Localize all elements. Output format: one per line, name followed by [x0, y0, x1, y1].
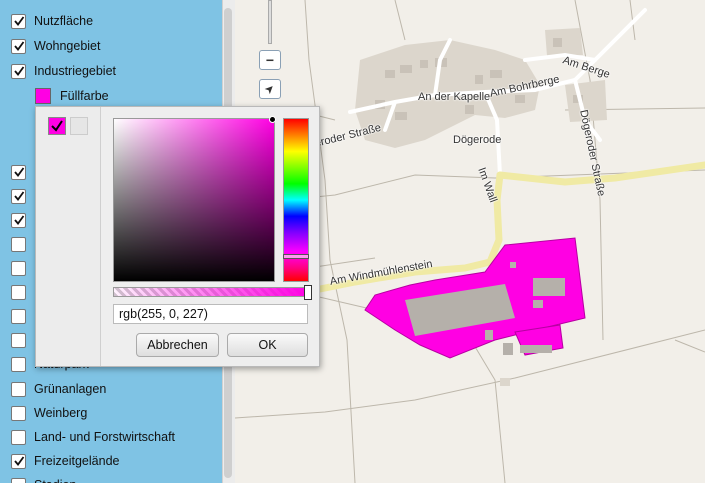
layer-checkbox[interactable] — [11, 164, 26, 180]
alpha-slider[interactable] — [113, 285, 312, 300]
layer-row[interactable]: Stadion — [11, 476, 76, 483]
fill-color-swatch[interactable] — [35, 88, 51, 104]
street-label-an-der-kapelle: An der Kapelle — [418, 91, 491, 103]
layer-checkbox[interactable] — [11, 236, 26, 252]
layer-label: Wohngebiet — [34, 39, 101, 53]
locate-button[interactable]: ➤ — [259, 79, 281, 99]
layer-label: Weinberg — [34, 406, 88, 420]
hue-slider[interactable] — [283, 118, 309, 282]
layer-checkbox[interactable] — [11, 308, 26, 324]
layer-row[interactable] — [11, 187, 26, 205]
alpha-handle[interactable] — [304, 285, 312, 300]
layer-checkbox[interactable] — [11, 260, 26, 276]
minus-icon: − — [265, 52, 275, 68]
layer-label: Land- und Forstwirtschaft — [34, 430, 176, 444]
layer-checkbox[interactable] — [11, 188, 26, 204]
layer-checkbox[interactable] — [11, 13, 26, 29]
checkmark-icon — [13, 66, 24, 76]
layer-row[interactable]: Wohngebiet — [11, 37, 101, 55]
layer-row[interactable] — [11, 163, 26, 181]
layer-row[interactable]: Land- und Forstwirtschaft — [11, 428, 175, 446]
checkmark-icon — [13, 191, 24, 201]
layer-row[interactable] — [11, 259, 26, 277]
place-label-dogerode: Dögerode — [453, 134, 502, 146]
zoom-out-button[interactable]: − — [259, 50, 281, 70]
layer-checkbox[interactable] — [11, 477, 26, 483]
layer-row[interactable]: Weinberg — [11, 404, 87, 422]
layer-row[interactable]: Industriegebiet — [11, 62, 116, 80]
checkmark-icon — [13, 215, 24, 225]
checkmark-icon — [13, 41, 24, 51]
layer-row[interactable] — [11, 307, 26, 325]
layer-row[interactable] — [11, 331, 26, 349]
fill-color-label: Füllfarbe — [60, 89, 109, 103]
layer-checkbox[interactable] — [11, 356, 26, 372]
layer-label: Industriegebiet — [34, 64, 117, 78]
layer-row[interactable] — [11, 283, 26, 301]
check-icon — [51, 120, 63, 132]
palette-swatch-empty[interactable] — [70, 117, 88, 135]
saturation-value-area[interactable] — [113, 116, 276, 282]
palette-swatch-selected[interactable] — [48, 117, 66, 135]
checkmark-icon — [13, 167, 24, 177]
layer-checkbox[interactable] — [11, 284, 26, 300]
layer-row[interactable]: Grünanlagen — [11, 380, 106, 398]
color-cursor[interactable] — [269, 116, 276, 123]
layer-row[interactable]: Nutzfläche — [11, 12, 93, 30]
layer-checkbox[interactable] — [11, 429, 26, 445]
color-value-input[interactable] — [113, 304, 308, 324]
layer-checkbox[interactable] — [11, 405, 26, 421]
layer-label: Freizeitgelände — [34, 454, 120, 468]
layer-checkbox[interactable] — [11, 381, 26, 397]
layer-checkbox[interactable] — [11, 332, 26, 348]
layer-label: Grünanlagen — [34, 382, 107, 396]
cancel-button[interactable]: Abbrechen — [136, 333, 219, 357]
layer-label: Nutzfläche — [34, 14, 94, 28]
hue-marker[interactable] — [283, 254, 309, 259]
color-picker-dialog: Abbrechen OK — [35, 106, 320, 367]
layer-checkbox[interactable] — [11, 453, 26, 469]
layer-checkbox[interactable] — [11, 63, 26, 79]
location-arrow-icon: ➤ — [263, 82, 277, 96]
layer-label: Stadion — [34, 478, 76, 483]
fill-color-row[interactable]: Füllfarbe — [35, 88, 109, 104]
layer-row[interactable] — [11, 211, 26, 229]
ok-button[interactable]: OK — [227, 333, 308, 357]
layer-checkbox[interactable] — [11, 212, 26, 228]
layer-row[interactable] — [11, 235, 26, 253]
layer-checkbox[interactable] — [11, 38, 26, 54]
palette-panel — [36, 107, 101, 366]
checkmark-icon — [13, 16, 24, 26]
layer-row[interactable]: Freizeitgelände — [11, 452, 119, 470]
checkmark-icon — [13, 456, 24, 466]
zoom-slider-track[interactable] — [268, 0, 272, 44]
